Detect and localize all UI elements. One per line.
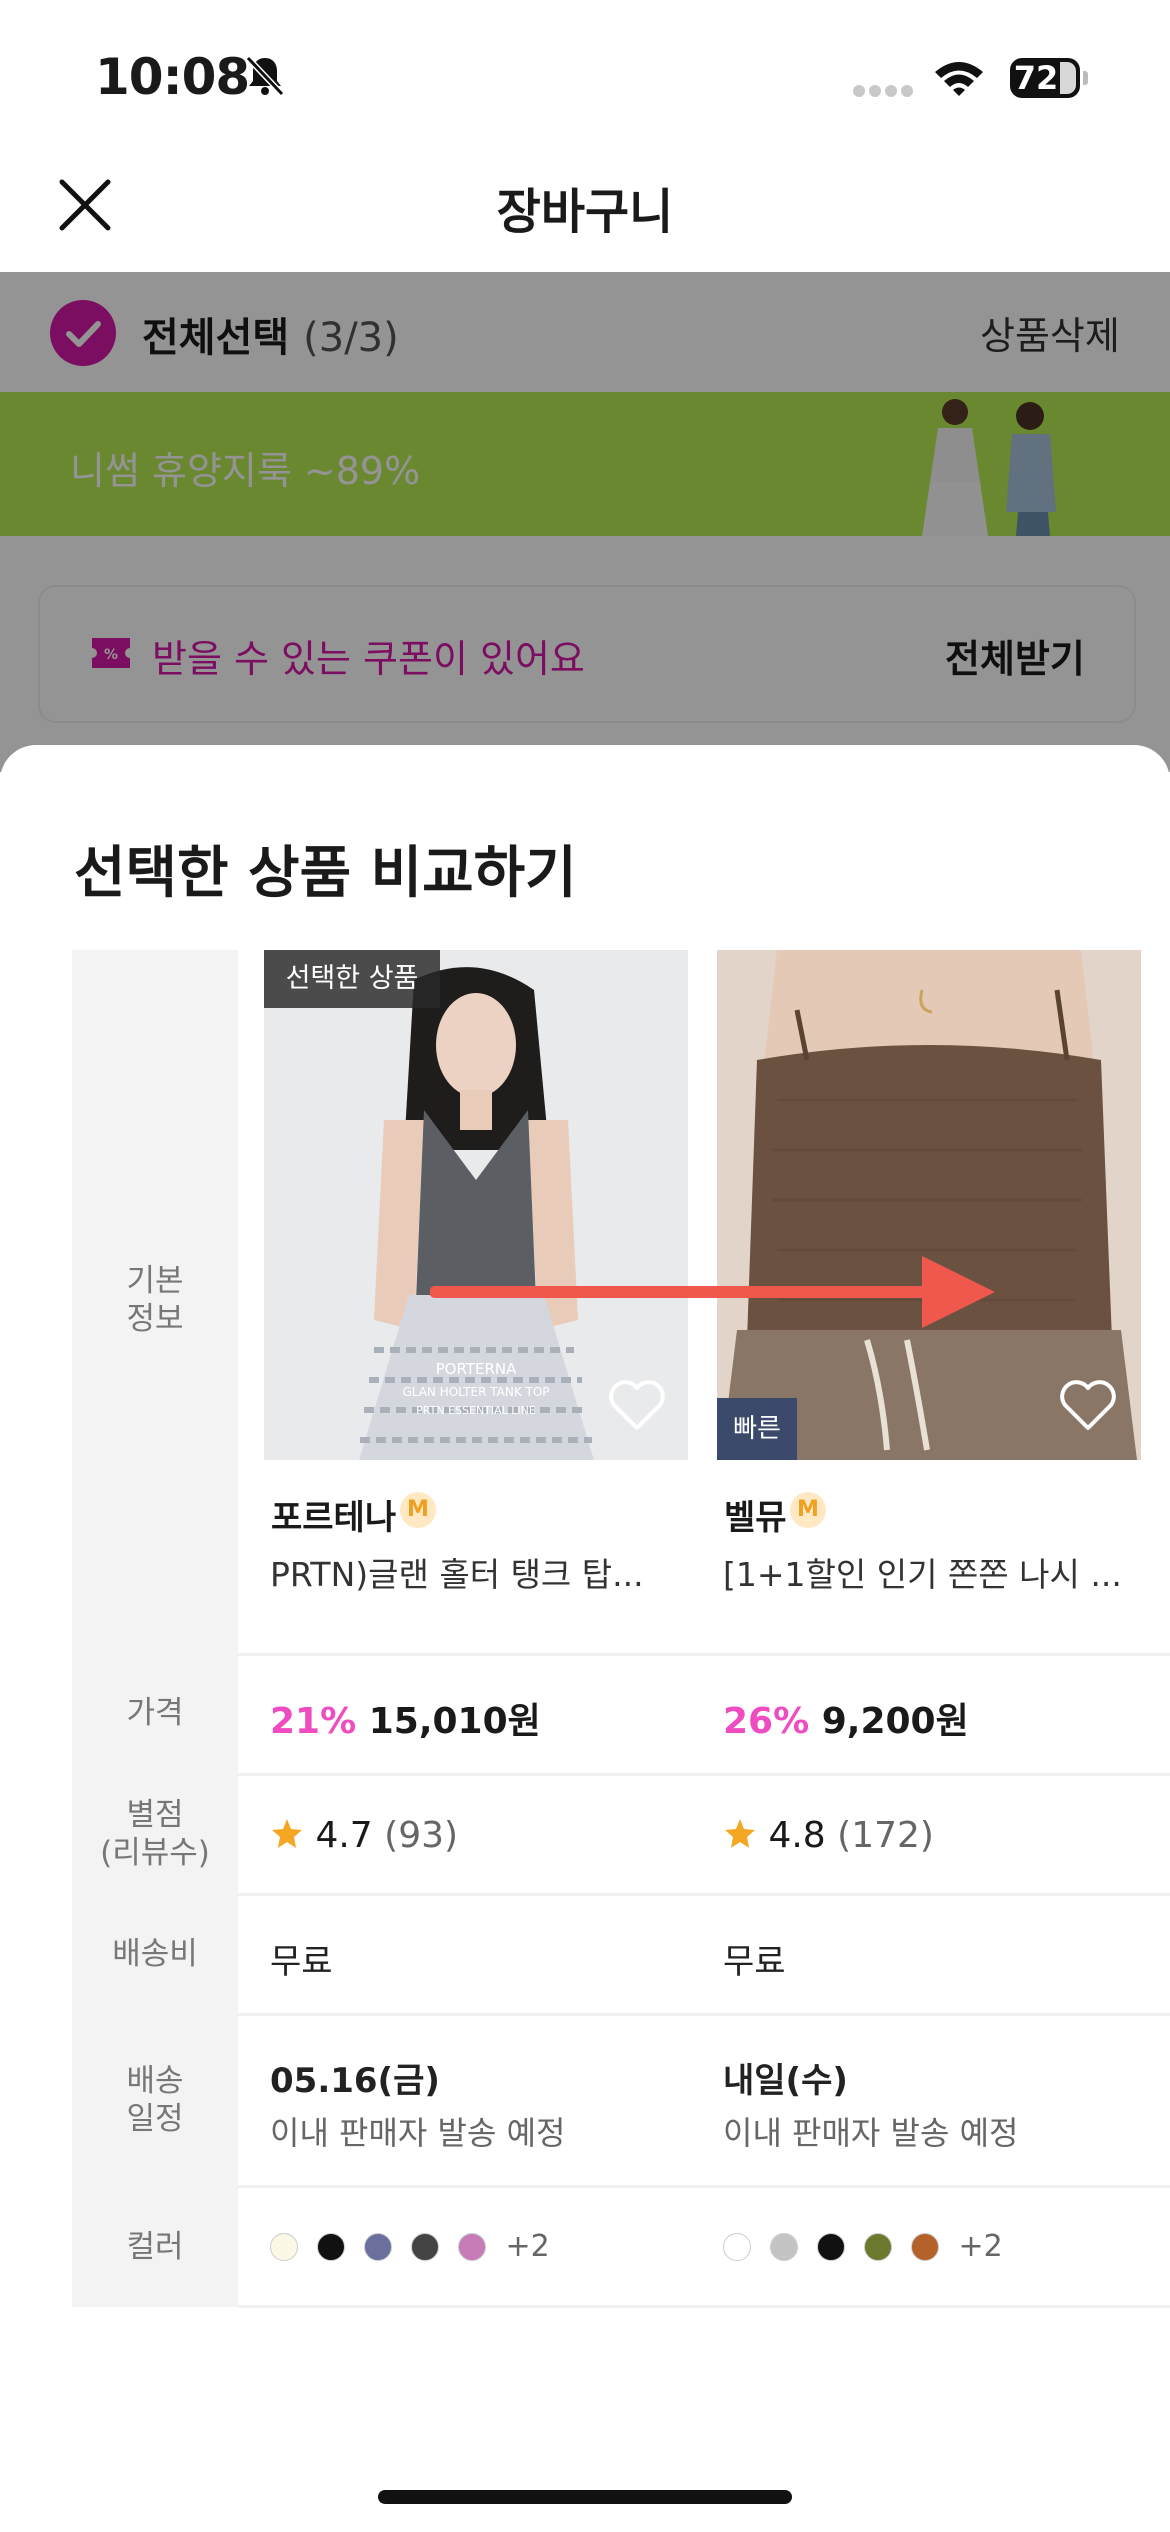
- product-2-more-colors: +2: [958, 2229, 1003, 2264]
- bell-muted-icon: [245, 55, 285, 97]
- product-1-rating-value: 4.7: [315, 1815, 373, 1856]
- signal-icon: [853, 85, 913, 97]
- heart-icon[interactable]: [606, 1376, 668, 1434]
- product-1-image-caption-3: PRTN ESSENTIAL LINE: [416, 1404, 536, 1417]
- row-label-price: 가격: [126, 1695, 184, 1731]
- product-2-price-value: 9,200원: [821, 1701, 969, 1742]
- product-1-more-colors: +2: [505, 2229, 550, 2264]
- row-divider: [238, 1773, 1170, 1776]
- product-1-image[interactable]: PORTERNA GLAN HOLTER TANK TOP PRTN ESSEN…: [264, 950, 688, 1460]
- product-1-review-count: (93): [384, 1815, 459, 1856]
- row-label-delivery-line1: 배송: [126, 2063, 184, 2099]
- row-label-color: 컬러: [126, 2229, 184, 2265]
- color-swatch: [458, 2232, 487, 2261]
- modal-dim-overlay[interactable]: [0, 272, 1170, 772]
- product-1-brand[interactable]: 포르테나: [271, 1490, 396, 1539]
- row-label-delivery: 배송 일정: [72, 2062, 238, 2138]
- product-2-name[interactable]: [1+1할인 인기 쫀쫀 나시 ...: [723, 1548, 1133, 1596]
- color-swatch: [770, 2232, 799, 2261]
- product-2-image[interactable]: 빠른: [717, 950, 1141, 1460]
- color-swatch: [723, 2232, 751, 2261]
- row-label-shipping-fee: 배송비: [112, 1936, 198, 1972]
- product-1-discount: 21%: [270, 1701, 357, 1742]
- row-label-basic-line2: 정보: [126, 1301, 184, 1337]
- row-label-rating-line1: 별점: [126, 1797, 184, 1833]
- wifi-icon: [935, 62, 983, 96]
- product-1-rating: 4.7 (93): [270, 1815, 458, 1856]
- row-divider: [238, 1893, 1170, 1896]
- color-swatch: [864, 2232, 893, 2261]
- star-icon: [272, 1819, 302, 1848]
- product-1-shipping-fee: 무료: [270, 1942, 333, 1982]
- product-1-image-caption-1: PORTERNA: [436, 1360, 517, 1378]
- row-label-rating: 별점 (리뷰수): [72, 1796, 238, 1872]
- battery-level: 72: [1013, 59, 1059, 97]
- product-1-price: 21% 15,010원: [270, 1692, 541, 1744]
- color-swatch: [317, 2232, 346, 2261]
- heart-icon[interactable]: [1057, 1376, 1119, 1434]
- color-swatch: [411, 2232, 440, 2261]
- row-label-delivery-line2: 일정: [126, 2101, 184, 2137]
- product-2-discount: 26%: [723, 1701, 810, 1742]
- product-1-name[interactable]: PRTN)글랜 홀터 탱크 탑...: [270, 1548, 680, 1596]
- row-divider: [238, 2305, 1170, 2308]
- row-divider: [238, 2013, 1170, 2016]
- product-2-brand[interactable]: 벨뮤: [724, 1490, 787, 1539]
- product-1-delivery-note: 이내 판매자 발송 예정: [270, 2114, 566, 2152]
- product-2-price: 26% 9,200원: [723, 1692, 969, 1744]
- product-2-shipping-fee: 무료: [723, 1942, 786, 1982]
- status-time: 10:08: [95, 48, 250, 106]
- product-2-review-count: (172): [837, 1815, 934, 1856]
- row-label-basic-info: 기본 정보: [72, 1262, 238, 1338]
- product-1-m-badge: M: [400, 1492, 436, 1528]
- row-label-rating-line2: (리뷰수): [100, 1835, 210, 1871]
- product-2-m-badge: M: [790, 1492, 826, 1528]
- sheet-title: 선택한 상품 비교하기: [74, 841, 577, 906]
- home-indicator[interactable]: [378, 2490, 792, 2504]
- color-swatch: [911, 2232, 940, 2261]
- product-2-delivery-date: 내일(수): [723, 2061, 848, 2101]
- product-1-price-value: 15,010원: [368, 1701, 541, 1742]
- color-swatch: [364, 2232, 393, 2261]
- product-1-delivery-date: 05.16(금): [270, 2061, 440, 2101]
- color-swatch: [270, 2232, 298, 2261]
- product-2-color-swatches: +2: [723, 2229, 1003, 2264]
- product-1-color-swatches: +2: [270, 2229, 550, 2264]
- selected-product-tag: 선택한 상품: [264, 950, 440, 1008]
- battery-icon: 72: [1010, 58, 1088, 98]
- arrow-right-icon: [430, 1256, 995, 1328]
- color-swatch: [817, 2232, 846, 2261]
- page-title: 장바구니: [496, 184, 674, 240]
- row-label-basic-line1: 기본: [126, 1263, 184, 1299]
- star-icon: [725, 1819, 755, 1848]
- fast-delivery-tag: 빠른: [717, 1398, 797, 1460]
- product-1-image-caption-2: GLAN HOLTER TANK TOP: [402, 1385, 549, 1399]
- product-2-delivery-note: 이내 판매자 발송 예정: [723, 2114, 1019, 2152]
- product-2-rating-value: 4.8: [768, 1815, 826, 1856]
- row-divider: [238, 1653, 1170, 1656]
- row-divider: [238, 2185, 1170, 2188]
- product-2-rating: 4.8 (172): [723, 1815, 934, 1856]
